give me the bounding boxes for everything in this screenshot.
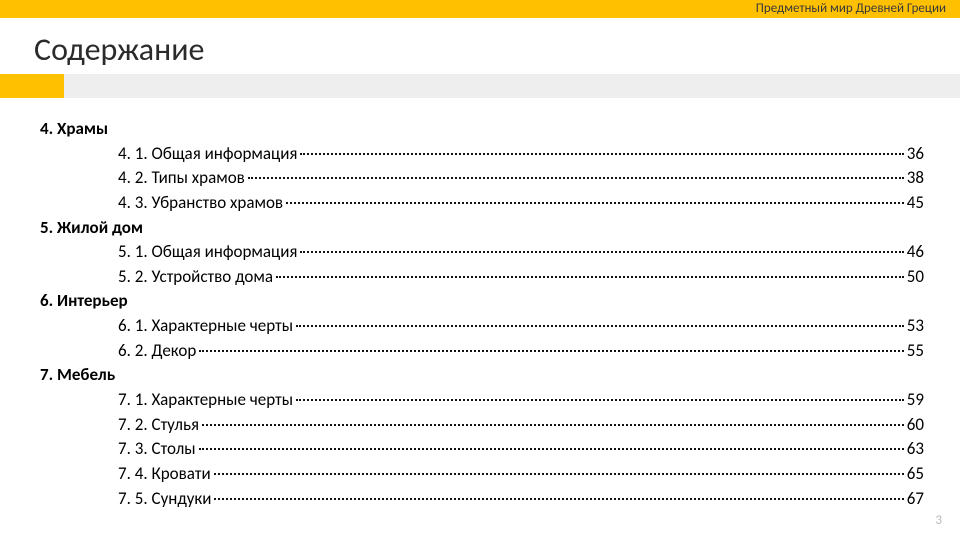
toc-entry-page: 67 [907,487,924,512]
toc-entry-label: 7. 3. Столы [118,437,196,462]
toc-leader-dots [199,350,903,352]
toc-entry-page: 63 [907,437,924,462]
toc-section-heading: 5. Жилой дом [40,216,924,241]
toc-entry-page: 65 [907,462,924,487]
toc-entry-label: 5. 1. Общая информация [118,240,297,265]
toc-entry-label: 6. 2. Декор [118,339,196,364]
toc-entry-label: 7. 1. Характерные черты [118,388,293,413]
toc-entry-page: 45 [907,191,924,216]
toc-entry-page: 60 [907,413,924,438]
toc-entry-page: 36 [907,142,924,167]
toc-leader-dots [276,276,904,278]
toc-leader-dots [202,424,904,426]
toc-leader-dots [214,473,904,475]
toc-entry: 7. 5. Сундуки 67 [40,487,924,512]
toc-entry: 5. 2. Устройство дома 50 [40,265,924,290]
toc-entry: 7. 4. Кровати 65 [40,462,924,487]
toc-entry: 7. 3. Столы 63 [40,437,924,462]
toc-entry-page: 53 [907,314,924,339]
toc-leader-dots [248,177,904,179]
toc-entry-page: 38 [907,166,924,191]
toc-leader-dots [199,448,904,450]
toc-entry-label: 4. 2. Типы храмов [118,166,245,191]
toc-entry: 6. 1. Характерные черты 53 [40,314,924,339]
toc-entry-label: 7. 5. Сундуки [118,487,211,512]
toc-entry-label: 7. 2. Стулья [118,413,199,438]
toc-entry-page: 50 [907,265,924,290]
toc-entry-label: 5. 2. Устройство дома [118,265,273,290]
title-accent-block [0,74,64,98]
toc-section-heading: 6. Интерьер [40,289,924,314]
toc-entry: 5. 1. Общая информация 46 [40,240,924,265]
toc-leader-dots [300,153,903,155]
title-underline-band [0,74,960,98]
toc-leader-dots [300,251,903,253]
toc-section-heading: 4. Храмы [40,117,924,142]
toc-section-heading: 7. Мебель [40,363,924,388]
toc-entry-label: 4. 3. Убранство храмов [118,191,283,216]
toc-leader-dots [286,202,904,204]
toc-entry: 4. 2. Типы храмов 38 [40,166,924,191]
toc-entry-label: 4. 1. Общая информация [118,142,297,167]
toc-entry: 4. 1. Общая информация 36 [40,142,924,167]
toc-entry-page: 46 [907,240,924,265]
page-title: Содержание [34,30,204,69]
table-of-contents: 4. Храмы4. 1. Общая информация364. 2. Ти… [40,117,924,511]
toc-entry: 6. 2. Декор 55 [40,339,924,364]
toc-entry: 7. 2. Стулья 60 [40,413,924,438]
toc-entry-label: 6. 1. Характерные черты [118,314,293,339]
toc-entry-page: 55 [907,339,924,364]
toc-leader-dots [214,498,903,500]
header-label: Предметный мир Древней Греции [756,0,946,18]
toc-leader-dots [296,399,904,401]
page-number: 3 [935,513,942,528]
toc-entry-page: 59 [907,388,924,413]
toc-leader-dots [296,325,904,327]
toc-entry: 4. 3. Убранство храмов 45 [40,191,924,216]
toc-entry-label: 7. 4. Кровати [118,462,211,487]
toc-entry: 7. 1. Характерные черты 59 [40,388,924,413]
